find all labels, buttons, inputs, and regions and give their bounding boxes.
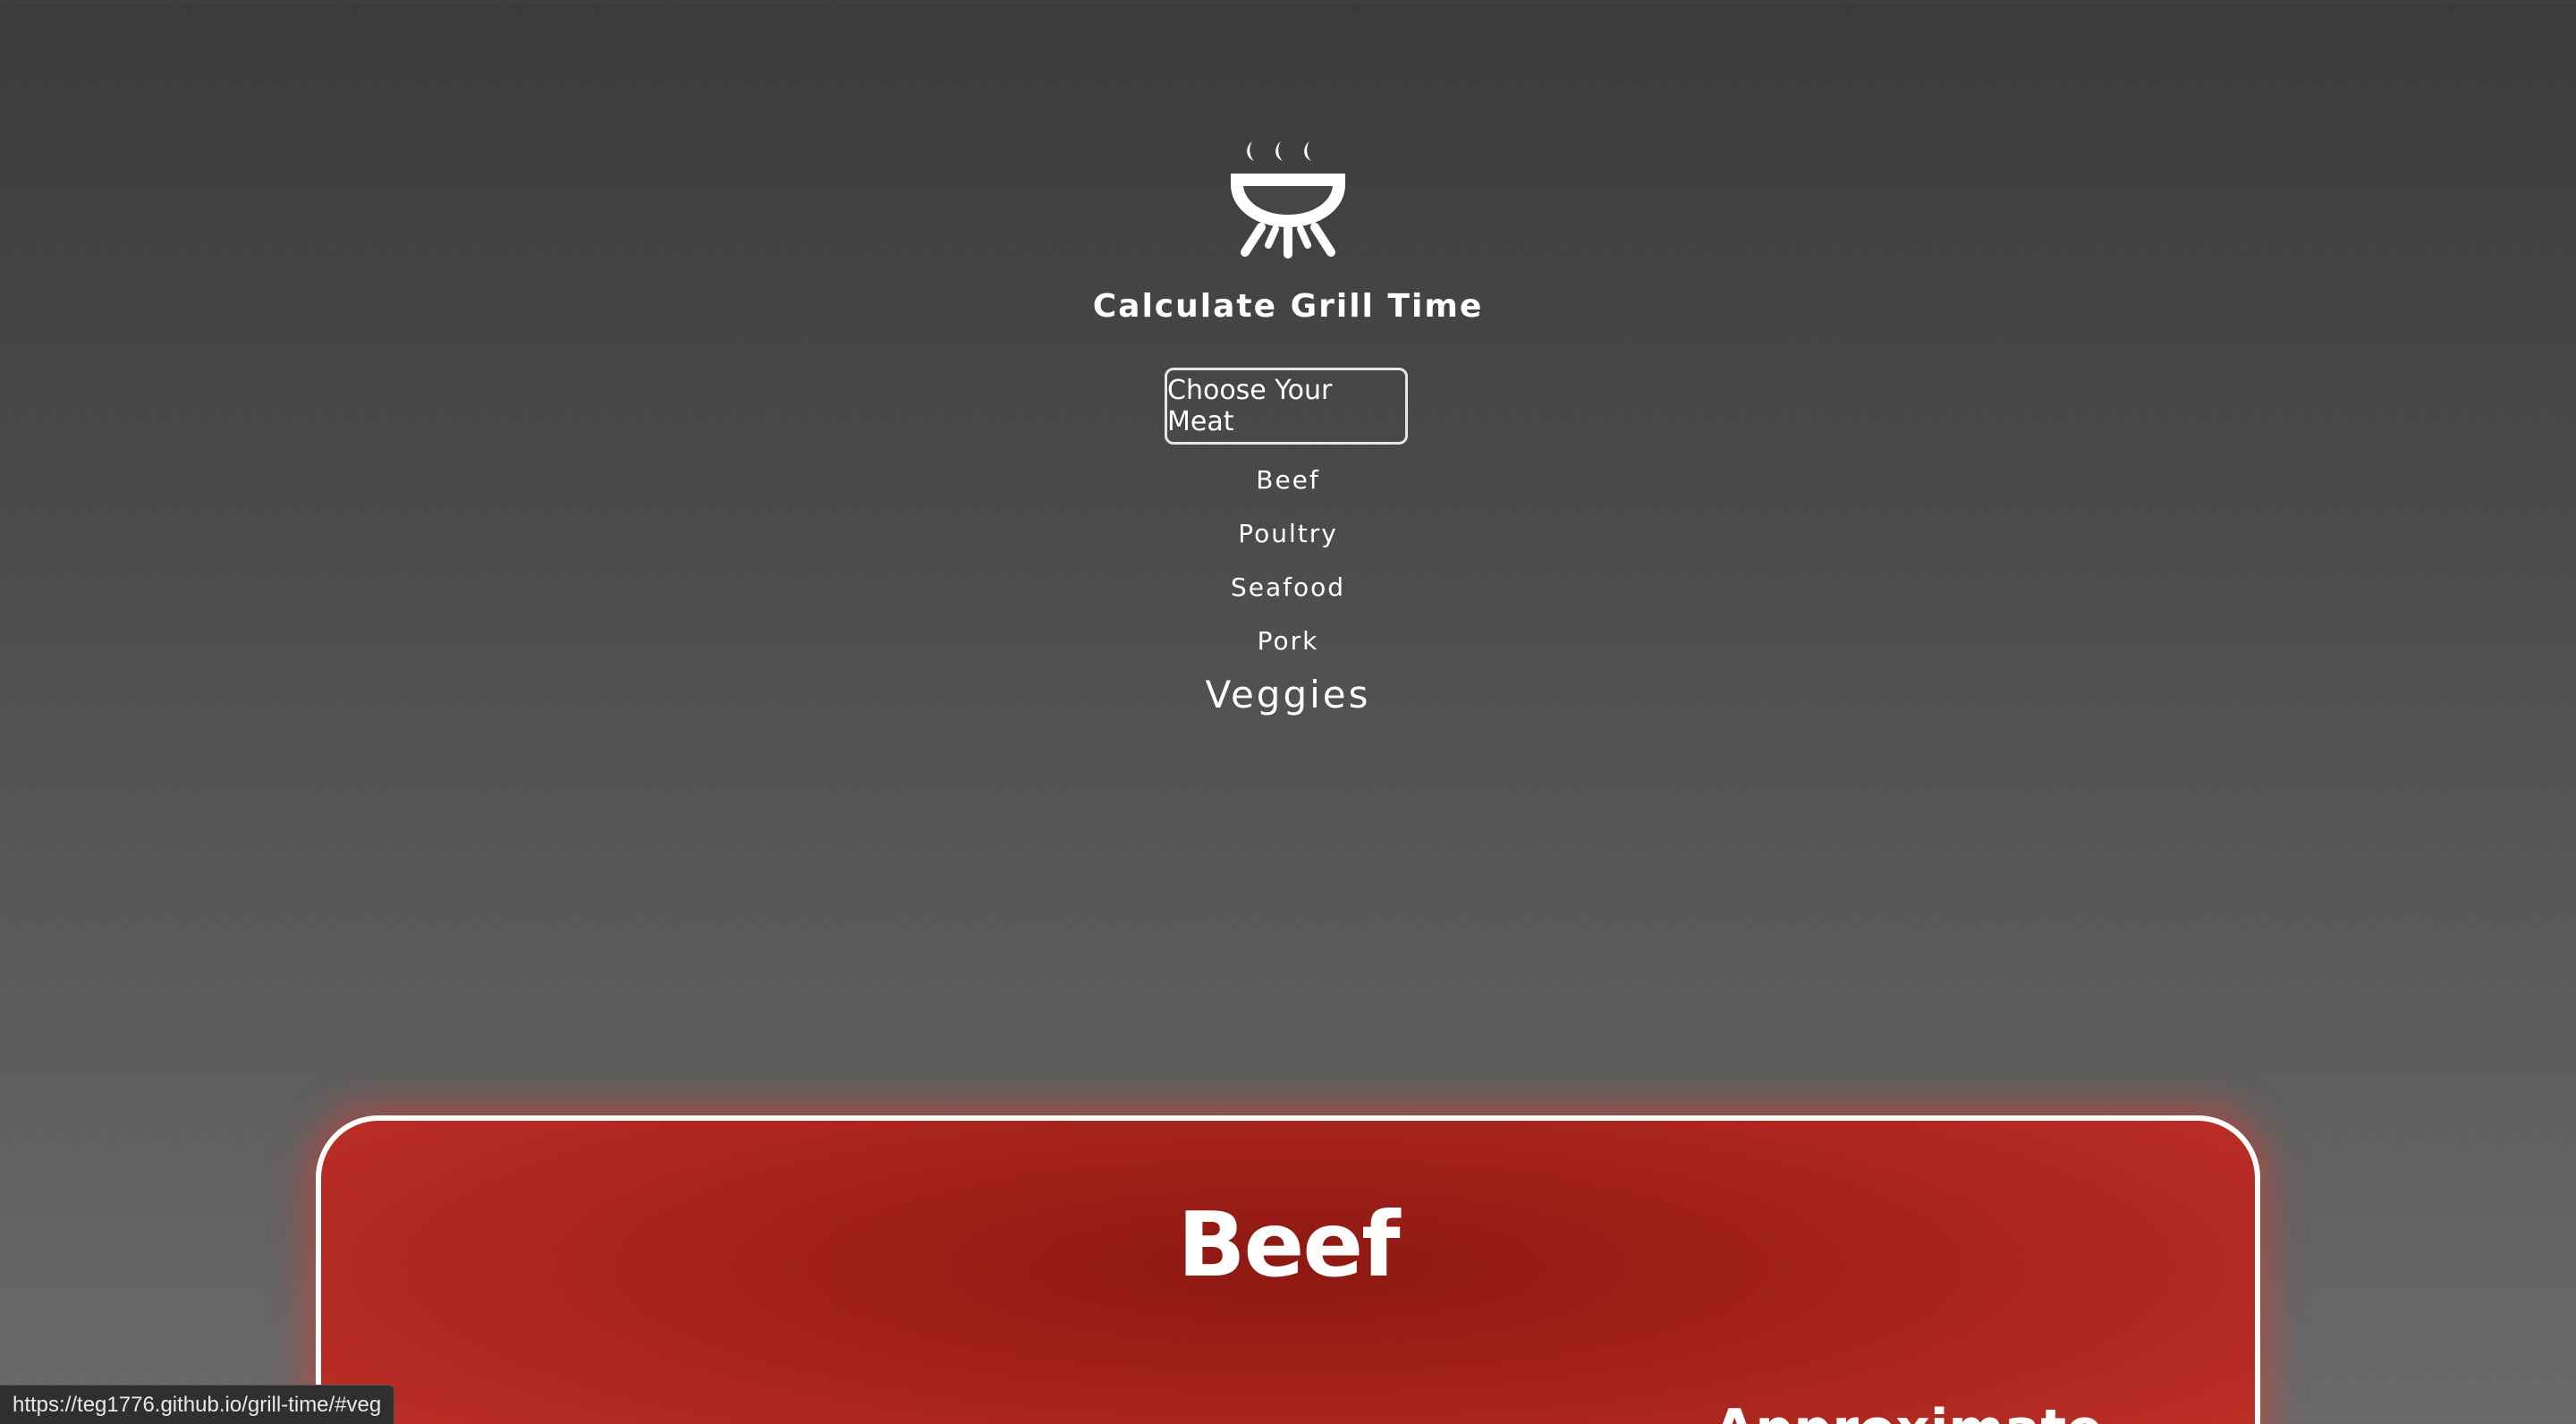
choose-meat-button[interactable]: Choose Your Meat: [1165, 368, 1408, 445]
menu-item-beef[interactable]: Beef: [0, 465, 2576, 495]
menu-item-seafood[interactable]: Seafood: [0, 572, 2576, 602]
beef-card: Beef Approximate: [316, 1115, 2260, 1424]
link-status-bar: https://teg1776.github.io/grill-time/#ve…: [0, 1385, 395, 1424]
page-title: Calculate Grill Time: [1092, 288, 1484, 325]
card-title: Beef: [1177, 1192, 1400, 1297]
menu-item-veggies[interactable]: Veggies: [0, 673, 2576, 716]
menu-item-pork[interactable]: Pork: [0, 626, 2576, 656]
grill-icon: [1231, 141, 1345, 259]
approximate-heading: Approximate: [1714, 1398, 2103, 1424]
menu-item-poultry[interactable]: Poultry: [0, 519, 2576, 548]
